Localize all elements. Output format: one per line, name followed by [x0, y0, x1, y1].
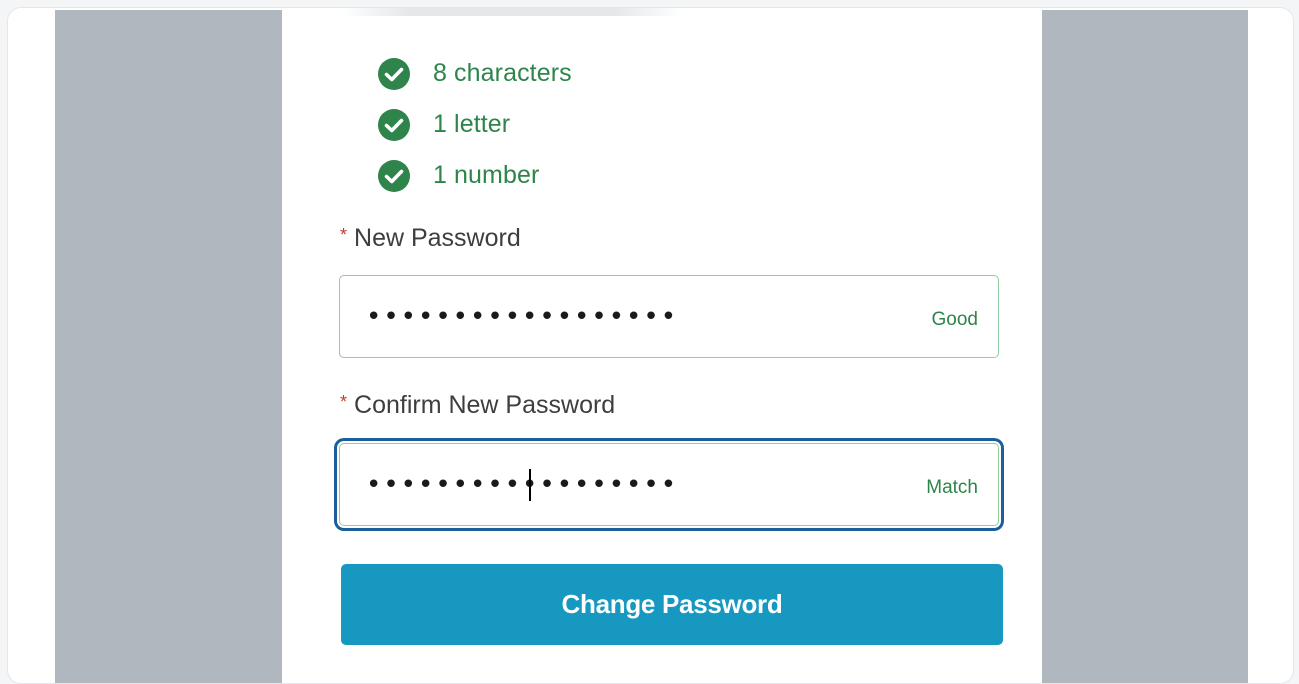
confirm-password-label: * Confirm New Password — [340, 391, 615, 420]
change-password-button[interactable]: Change Password — [341, 564, 1003, 645]
requirement-label: 8 characters — [433, 59, 572, 87]
check-circle-icon — [377, 108, 411, 142]
cropped-instruction-text — [342, 8, 682, 16]
confirm-password-field[interactable]: Match — [339, 443, 999, 526]
change-password-card: 8 characters 1 letter 1 number * New Pass… — [282, 8, 1042, 683]
requirement-item: 1 number — [377, 150, 572, 201]
check-circle-icon — [377, 159, 411, 193]
password-strength-indicator: Good — [931, 309, 978, 330]
new-password-input[interactable] — [340, 276, 998, 357]
check-circle-icon — [377, 57, 411, 91]
requirement-label: 1 number — [433, 161, 540, 189]
new-password-label: * New Password — [340, 224, 521, 253]
required-marker: * — [340, 225, 348, 245]
password-requirements-list: 8 characters 1 letter 1 number — [377, 48, 572, 201]
requirement-item: 8 characters — [377, 48, 572, 99]
requirement-label: 1 letter — [433, 110, 511, 138]
confirm-password-input[interactable] — [340, 444, 998, 525]
requirement-item: 1 letter — [377, 99, 572, 150]
password-match-indicator: Match — [926, 477, 978, 498]
confirm-password-label-text: Confirm New Password — [354, 391, 616, 419]
screenshot-frame: 8 characters 1 letter 1 number * New Pass… — [7, 7, 1294, 684]
text-cursor — [529, 469, 531, 501]
required-marker: * — [340, 392, 348, 412]
new-password-field[interactable]: Good — [339, 275, 999, 358]
new-password-label-text: New Password — [354, 224, 521, 252]
